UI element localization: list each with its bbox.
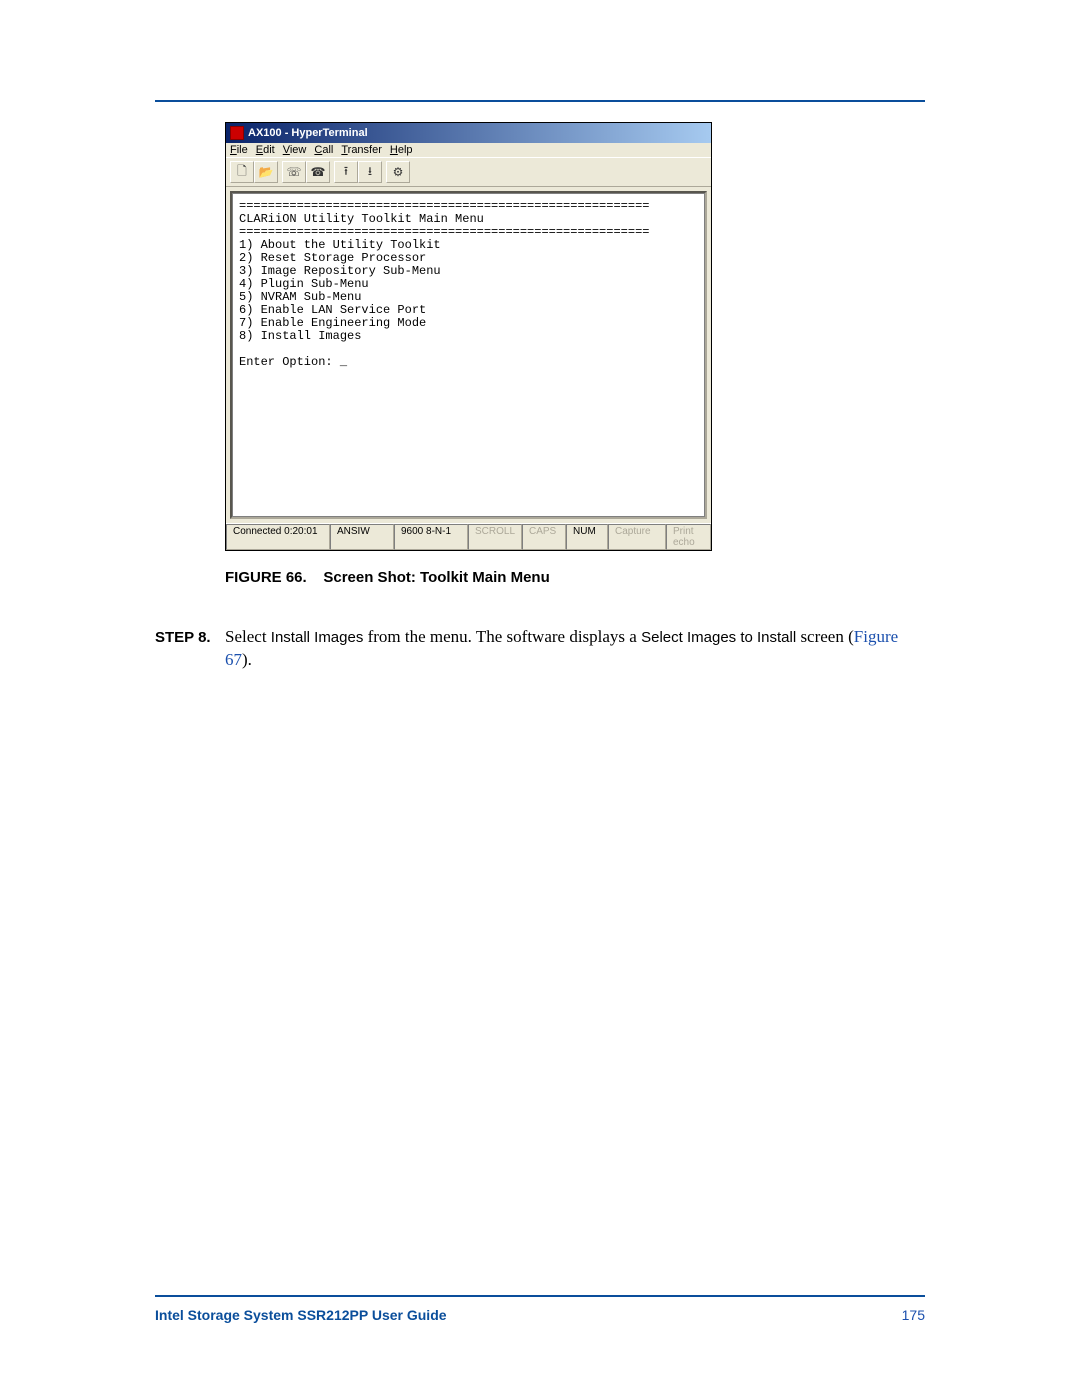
menu-edit[interactable]: Edit (256, 144, 275, 156)
header-rule (155, 100, 925, 102)
page-number: 175 (902, 1307, 925, 1323)
step-text-mid: from the menu. The software displays a (363, 627, 641, 646)
status-emulation: ANSIW (330, 524, 394, 550)
figure-caption: FIGURE 66. Screen Shot: Toolkit Main Men… (225, 569, 925, 586)
step-text-pre: Select (225, 627, 271, 646)
menu-file[interactable]: File (230, 144, 248, 156)
phone-icon[interactable]: ☏ (282, 161, 306, 183)
toolbar: 🗋 📂 ☏ ☎ ⭱ ⭳ ⚙ (226, 157, 711, 187)
footer-title: Intel Storage System SSR212PP User Guide (155, 1307, 447, 1323)
menu-view[interactable]: View (283, 144, 307, 156)
step-8: STEP 8. Select Install Images from the m… (155, 626, 925, 672)
titlebar[interactable]: AX100 - HyperTerminal (226, 123, 711, 143)
status-scroll: SCROLL (468, 524, 522, 550)
hyperterminal-window: AX100 - HyperTerminal File Edit View Cal… (225, 122, 712, 551)
menu-call[interactable]: Call (314, 144, 333, 156)
receive-icon[interactable]: ⭳ (358, 161, 382, 183)
status-capture: Capture (608, 524, 666, 550)
status-num: NUM (566, 524, 608, 550)
menu-help[interactable]: Help (390, 144, 413, 156)
step-label: STEP 8. (155, 626, 225, 672)
terminal-output[interactable]: ========================================… (232, 193, 705, 517)
app-icon (230, 126, 244, 140)
status-connected: Connected 0:20:01 (226, 524, 330, 550)
step-text: Select Install Images from the menu. The… (225, 626, 925, 672)
open-folder-icon[interactable]: 📂 (254, 161, 278, 183)
status-port: 9600 8-N-1 (394, 524, 468, 550)
menu-transfer[interactable]: Transfer (341, 144, 382, 156)
phone-hangup-icon[interactable]: ☎ (306, 161, 330, 183)
statusbar: Connected 0:20:01 ANSIW 9600 8-N-1 SCROL… (226, 523, 711, 550)
terminal-frame: ========================================… (230, 191, 707, 519)
new-doc-icon[interactable]: 🗋 (230, 161, 254, 183)
figure-label: FIGURE 66. (225, 569, 307, 586)
document-page: AX100 - HyperTerminal File Edit View Cal… (155, 100, 925, 672)
step-text-post1: screen ( (796, 627, 854, 646)
figure-title: Screen Shot: Toolkit Main Menu (323, 569, 549, 586)
footer-rule (155, 1295, 925, 1297)
window-title: AX100 - HyperTerminal (248, 127, 368, 139)
properties-icon[interactable]: ⚙ (386, 161, 410, 183)
step-text-post2: ). (242, 650, 252, 669)
status-printecho: Print echo (666, 524, 711, 550)
status-caps: CAPS (522, 524, 566, 550)
send-icon[interactable]: ⭱ (334, 161, 358, 183)
term-install-images: Install Images (271, 629, 364, 646)
term-select-images: Select Images to Install (641, 629, 796, 646)
page-footer: Intel Storage System SSR212PP User Guide… (155, 1295, 925, 1323)
menubar: File Edit View Call Transfer Help (226, 143, 711, 157)
